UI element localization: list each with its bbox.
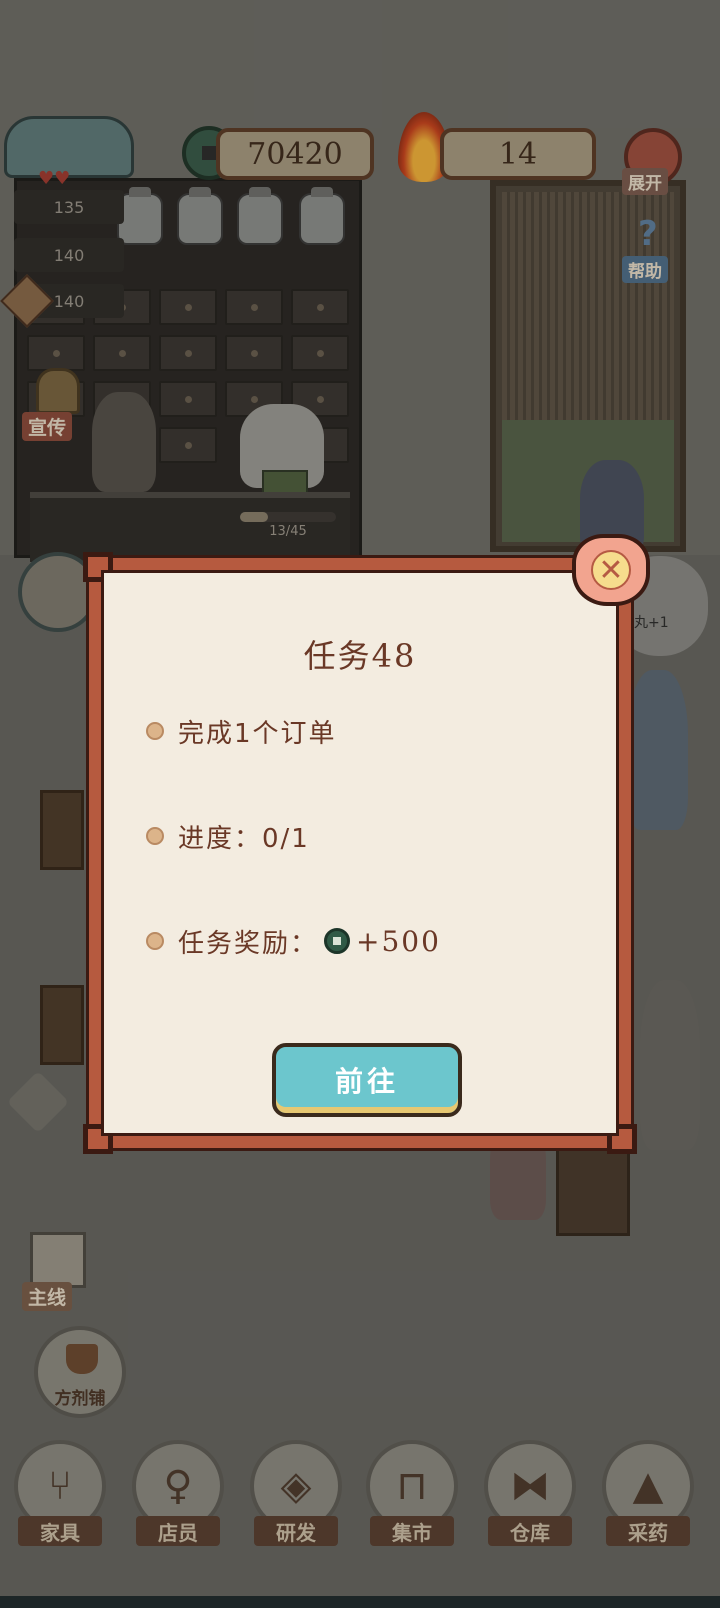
dialog-title: 任务48 [303, 637, 417, 675]
copper-coin-icon [324, 928, 351, 954]
bullet-icon [146, 722, 164, 740]
close-button[interactable]: ✕ [572, 534, 650, 606]
bullet-icon [146, 827, 164, 845]
close-icon: ✕ [591, 550, 631, 590]
reward-value: +500 [356, 924, 441, 958]
task-row: 完成1个订单 [146, 711, 337, 751]
progress-row: 进度：0/1 [146, 816, 310, 856]
reward-label: 任务奖励： [178, 928, 319, 959]
go-button[interactable]: 前往 [272, 1043, 462, 1117]
reward-row: 任务奖励： +500 [146, 921, 441, 961]
dialog-paper: 任务48 完成1个订单 进度：0/1 任务奖励： +500 前往 [101, 570, 619, 1136]
progress-text: 进度：0/1 [178, 823, 310, 854]
bullet-icon [146, 932, 164, 950]
task-dialog: 任务48 完成1个订单 进度：0/1 任务奖励： +500 前往 [83, 552, 637, 1154]
task-text: 完成1个订单 [178, 718, 337, 749]
